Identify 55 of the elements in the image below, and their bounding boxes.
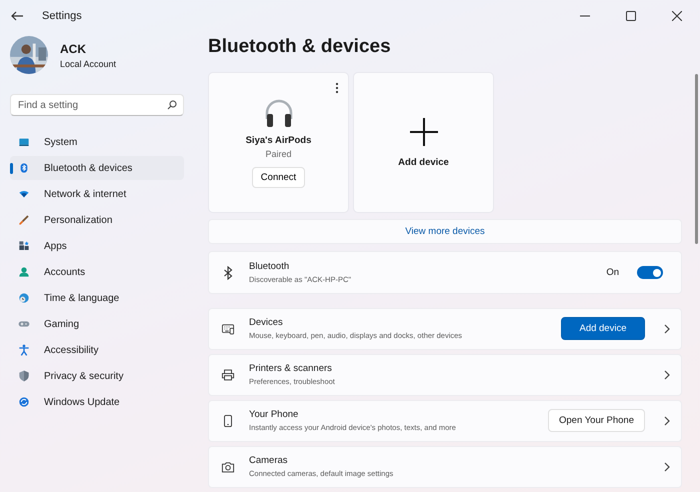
row-title: Bluetooth <box>249 261 290 272</box>
scrollbar-thumb[interactable] <box>694 74 698 244</box>
sidebar-item[interactable]: Network & internet <box>10 182 184 206</box>
window-title: Settings <box>42 10 82 22</box>
plus-icon <box>408 117 438 147</box>
bluetooth-icon <box>18 162 30 174</box>
chevron-icon <box>663 462 671 472</box>
sidebar-item[interactable]: Gaming <box>10 312 184 336</box>
sidebar-item[interactable]: Accessibility <box>10 338 184 362</box>
action-button[interactable]: Open Your Phone <box>548 409 645 432</box>
sidebar-item[interactable]: Time & language <box>10 286 184 310</box>
account-name: ACK <box>60 42 87 56</box>
sidebar-item[interactable]: Bluetooth & devices <box>10 156 184 180</box>
apps-icon <box>18 240 30 252</box>
sidebar-item[interactable]: System <box>10 130 184 154</box>
sidebar-item[interactable]: Accounts <box>10 260 184 284</box>
chevron-icon <box>663 324 671 334</box>
toggle-state: On <box>606 267 619 278</box>
sidebar-item[interactable]: Personalization <box>10 208 184 232</box>
keyboard-icon <box>221 322 235 336</box>
person-icon <box>18 266 30 278</box>
globe-clock-icon <box>18 292 30 304</box>
search-icon <box>167 100 177 110</box>
action-button[interactable]: Add device <box>561 317 645 340</box>
shield-icon <box>18 370 30 382</box>
bluetooth-toggle[interactable] <box>637 266 663 280</box>
row-title: Your Phone <box>249 409 300 420</box>
device-status: Paired <box>265 149 292 159</box>
update-icon <box>18 396 30 408</box>
camera-icon <box>221 460 235 474</box>
sidebar-item[interactable]: Privacy & security <box>10 364 184 388</box>
printer-icon <box>221 368 235 382</box>
wifi-icon <box>18 188 30 200</box>
view-more-link[interactable]: View more devices <box>405 226 485 238</box>
sidebar-item[interactable]: Windows Update <box>10 390 184 414</box>
back-icon[interactable] <box>10 9 24 23</box>
sidebar-item[interactable]: Apps <box>10 234 184 258</box>
search-field[interactable]: Find a setting <box>10 94 184 116</box>
chevron-icon <box>663 416 671 426</box>
connect-button[interactable]: Connect <box>252 167 306 188</box>
account-type: Local Account <box>60 58 116 68</box>
row-title: Devices <box>249 317 284 328</box>
row-title: Printers & scanners <box>249 363 333 374</box>
monitor-icon <box>18 136 30 148</box>
brush-icon <box>18 214 30 226</box>
close-icon[interactable] <box>672 11 682 21</box>
chevron-icon <box>663 370 671 380</box>
maximize-icon[interactable] <box>626 11 636 21</box>
phone-icon <box>221 414 235 428</box>
add-device-card[interactable]: Add device <box>353 72 494 213</box>
more-icon[interactable] <box>335 82 339 94</box>
device-name: Siya's AirPods <box>246 135 312 146</box>
row-title: Cameras <box>249 455 289 466</box>
accessibility-icon <box>18 344 30 356</box>
page-title: Bluetooth & devices <box>208 36 392 58</box>
